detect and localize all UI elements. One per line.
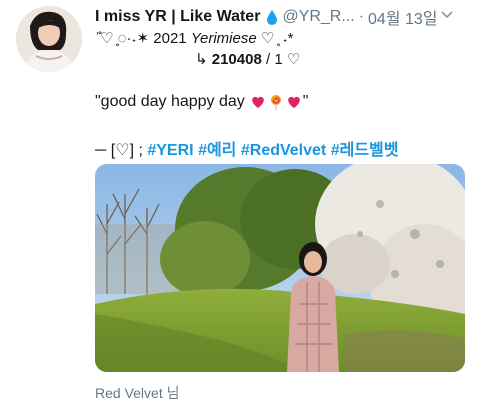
bio-count: 210408 — [211, 51, 262, 68]
bio-rest: / 1 ♡ — [265, 51, 301, 68]
display-name[interactable]: I miss YR | Like Water — [95, 8, 260, 26]
quote-text: "good day happy day — [95, 93, 245, 110]
bio-arrow: ↳ — [195, 51, 208, 68]
tags-prefix: ─ [♡] ; — [95, 142, 143, 159]
bio-suffix: ♡ ̥ ˖* — [260, 30, 294, 47]
avatar[interactable] — [16, 6, 82, 72]
quote-close: " — [302, 93, 309, 110]
retweeted-by[interactable]: Red Velvet 님 — [95, 383, 179, 403]
bio-line-2: ↳ 210408 / 1 ♡ — [195, 50, 300, 68]
bio-name: Yerimiese — [190, 30, 257, 47]
lollipop-emoji-icon — [270, 95, 281, 110]
heart-emoji-icon — [287, 96, 300, 108]
separator-dot: · — [358, 8, 365, 25]
bio-year: 2021 — [153, 30, 187, 47]
chevron-down-icon[interactable] — [440, 7, 454, 21]
avatar-image — [16, 6, 82, 72]
tweet-quote: "good day happy day " — [95, 93, 308, 111]
bio-line-1: ʾ̊♡ ̥◌·˖✶ 2021 Yerimiese ♡ ̥ ˖* — [95, 29, 293, 47]
tweet-photo[interactable] — [95, 164, 465, 372]
heart-emoji-icon — [251, 96, 264, 108]
hashtag-redvelvet[interactable]: #RedVelvet — [241, 142, 326, 159]
hashtag-line: ─ [♡] ; #YERI #예리 #RedVelvet #레드벨벳 — [95, 136, 398, 160]
tweet-date[interactable]: 04월 13일 — [368, 5, 437, 29]
hashtag-redvelvet-korean[interactable]: #레드벨벳 — [331, 142, 399, 159]
hashtag-yeri-korean[interactable]: #예리 — [198, 142, 236, 159]
outdoor-photo — [95, 164, 465, 372]
tweet-header: I miss YR | Like Water @YR_R... · 04월 13… — [95, 6, 472, 28]
hashtag-yeri[interactable]: #YERI — [147, 142, 193, 159]
bio-prefix: ʾ̊♡ ̥◌·˖✶ — [95, 30, 150, 47]
water-drop-icon — [267, 10, 278, 25]
user-handle[interactable]: @YR_R... — [282, 8, 354, 26]
